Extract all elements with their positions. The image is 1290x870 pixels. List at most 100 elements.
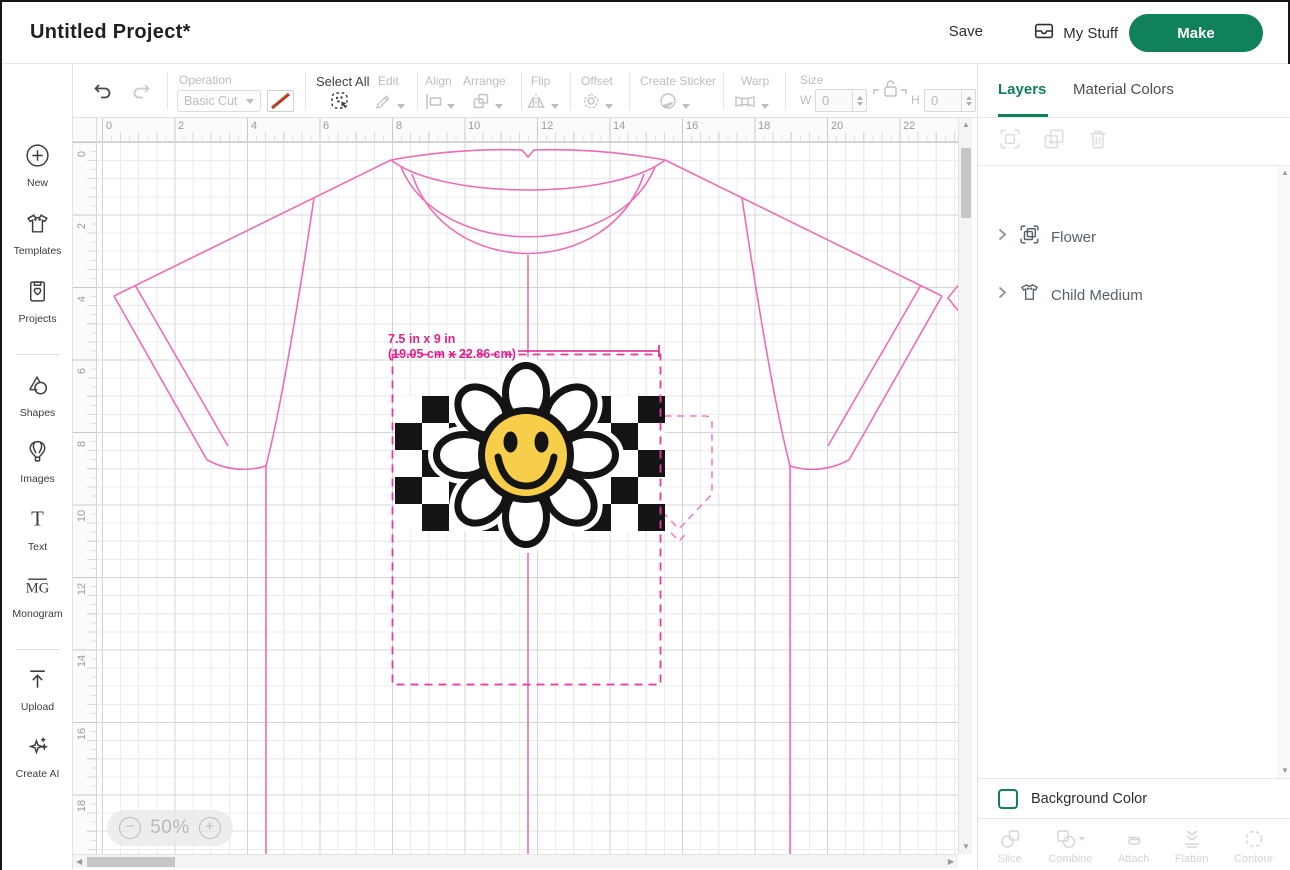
height-input[interactable]: 0 bbox=[924, 89, 976, 112]
tshirt-layer-icon bbox=[1018, 281, 1041, 309]
background-color-checkbox[interactable] bbox=[998, 789, 1018, 809]
width-label: W bbox=[800, 93, 811, 107]
warp-icon[interactable] bbox=[733, 91, 769, 116]
duplicate-icon[interactable] bbox=[1042, 127, 1066, 156]
vertical-scrollbar[interactable]: ▲ ▼ bbox=[958, 118, 972, 854]
flower-image[interactable] bbox=[395, 366, 665, 545]
text-icon: T bbox=[24, 506, 51, 538]
app-window: Untitled Project* Save My Stuff Make New… bbox=[0, 0, 1290, 870]
sidebar-label: New bbox=[27, 177, 48, 189]
zoom-in-button[interactable]: + bbox=[199, 817, 221, 839]
flip-icon[interactable] bbox=[525, 91, 559, 116]
sidebar-item-upload[interactable]: Upload bbox=[2, 666, 73, 713]
layer-row-child-medium[interactable]: Child Medium bbox=[978, 274, 1290, 316]
sidebar-label: Monogram bbox=[12, 608, 62, 620]
new-plus-icon bbox=[24, 142, 51, 174]
chevron-right-icon[interactable] bbox=[996, 227, 1008, 247]
chevron-down-icon bbox=[605, 104, 613, 109]
project-title[interactable]: Untitled Project* bbox=[30, 21, 191, 44]
create-sticker-icon[interactable] bbox=[658, 91, 690, 116]
horizontal-scrollbar[interactable]: ◀ ▶ bbox=[73, 854, 958, 868]
arrange-icon[interactable] bbox=[471, 91, 503, 116]
sidebar-item-monogram[interactable]: MG Monogram bbox=[2, 573, 73, 620]
undo-icon[interactable] bbox=[91, 80, 115, 107]
chevron-down-icon bbox=[447, 104, 455, 109]
design-canvas[interactable]: 02 46 810 1214 1618 2022 02 46 810 1214 … bbox=[73, 118, 977, 870]
toolbar-separator bbox=[723, 72, 724, 110]
sidebar-label: Shapes bbox=[20, 407, 56, 419]
sidebar-item-new[interactable]: New bbox=[2, 142, 73, 189]
size-lock-icon[interactable] bbox=[873, 76, 907, 107]
sidebar-divider bbox=[16, 649, 59, 650]
offset-icon[interactable] bbox=[581, 91, 613, 116]
scroll-up-icon[interactable]: ▲ bbox=[1281, 169, 1289, 177]
layers-panel: Layers Material Colors Flower Child Medi… bbox=[977, 64, 1290, 870]
toolbar-separator bbox=[167, 72, 168, 110]
save-button[interactable]: Save bbox=[949, 23, 983, 40]
tab-material-colors[interactable]: Material Colors bbox=[1073, 81, 1174, 98]
sidebar-label: Text bbox=[28, 541, 47, 553]
slice-button[interactable]: Slice bbox=[997, 827, 1023, 865]
edit-pencil-icon[interactable] bbox=[373, 91, 405, 116]
sidebar-item-create-ai[interactable]: Create AI bbox=[2, 733, 73, 780]
scroll-down-icon[interactable]: ▼ bbox=[962, 843, 970, 851]
contour-button[interactable]: Contour bbox=[1234, 827, 1273, 865]
sidebar-label: Templates bbox=[14, 245, 62, 257]
create-sticker-label: Create Sticker bbox=[640, 74, 716, 88]
flatten-button[interactable]: Flatten bbox=[1175, 827, 1209, 865]
my-stuff-button[interactable]: My Stuff bbox=[1033, 20, 1118, 46]
combine-button[interactable]: Combine bbox=[1048, 827, 1092, 865]
redo-icon[interactable] bbox=[129, 80, 153, 107]
svg-text:MG: MG bbox=[26, 581, 50, 597]
chevron-down-icon bbox=[761, 104, 769, 109]
select-all-icon[interactable] bbox=[329, 90, 351, 117]
zoom-level: 50% bbox=[150, 817, 190, 839]
attach-button[interactable]: Attach bbox=[1118, 827, 1149, 865]
flower-eye-left bbox=[504, 432, 518, 453]
shapes-icon bbox=[24, 372, 51, 404]
toolbar-separator bbox=[305, 72, 306, 110]
sidebar-item-projects[interactable]: Projects bbox=[2, 278, 73, 325]
trash-icon[interactable] bbox=[1086, 127, 1110, 156]
toolbar-separator bbox=[629, 72, 630, 110]
edit-label: Edit bbox=[378, 74, 399, 88]
layer-tools-row bbox=[978, 118, 1290, 166]
sidebar-item-images[interactable]: Images bbox=[2, 438, 73, 485]
sidebar-item-templates[interactable]: Templates bbox=[2, 210, 73, 257]
scroll-left-icon[interactable]: ◀ bbox=[76, 858, 82, 866]
layer-actions-bar: Slice Combine Attach Flatten Contour bbox=[978, 818, 1290, 870]
selection-size-label-cm: (19.05 cm x 22.86 cm) bbox=[388, 347, 516, 361]
scroll-down-icon[interactable]: ▼ bbox=[1281, 767, 1289, 775]
tshirt-icon bbox=[24, 210, 51, 242]
width-input[interactable]: 0 bbox=[815, 89, 867, 112]
chevron-right-icon[interactable] bbox=[996, 285, 1008, 305]
width-stepper[interactable] bbox=[852, 90, 866, 111]
canvas-artwork: 7.5 in x 9 in (19.05 cm x 22.86 cm) bbox=[97, 142, 958, 854]
scroll-up-icon[interactable]: ▲ bbox=[962, 121, 970, 129]
sidebar-item-text[interactable]: T Text bbox=[2, 506, 73, 553]
align-icon[interactable] bbox=[423, 91, 455, 116]
group-select-icon[interactable] bbox=[998, 127, 1022, 156]
envelope-icon bbox=[1033, 20, 1055, 46]
vertical-scroll-thumb[interactable] bbox=[961, 148, 971, 218]
layer-row-flower[interactable]: Flower bbox=[978, 216, 1290, 258]
chevron-down-icon bbox=[246, 99, 254, 104]
height-stepper[interactable] bbox=[961, 90, 975, 111]
tab-layers[interactable]: Layers bbox=[998, 81, 1046, 98]
my-stuff-label: My Stuff bbox=[1063, 25, 1118, 42]
make-button[interactable]: Make bbox=[1129, 14, 1263, 52]
layer-name: Child Medium bbox=[1051, 287, 1143, 304]
zoom-control: − 50% + bbox=[107, 810, 233, 846]
operation-select[interactable]: Basic Cut bbox=[177, 90, 261, 112]
scroll-right-icon[interactable]: ▶ bbox=[948, 858, 954, 866]
panel-scrollbar[interactable]: ▲ ▼ bbox=[1278, 166, 1290, 778]
group-layer-icon bbox=[1018, 223, 1041, 251]
sidebar-item-shapes[interactable]: Shapes bbox=[2, 372, 73, 419]
top-bar: Untitled Project* Save My Stuff Make bbox=[2, 2, 1288, 64]
horizontal-scroll-thumb[interactable] bbox=[87, 857, 175, 867]
background-color-row: Background Color bbox=[978, 778, 1290, 818]
operation-color-swatch[interactable] bbox=[267, 90, 294, 112]
zoom-out-button[interactable]: − bbox=[119, 817, 141, 839]
offset-label: Offset bbox=[581, 74, 613, 88]
sidebar-label: Images bbox=[20, 473, 54, 485]
